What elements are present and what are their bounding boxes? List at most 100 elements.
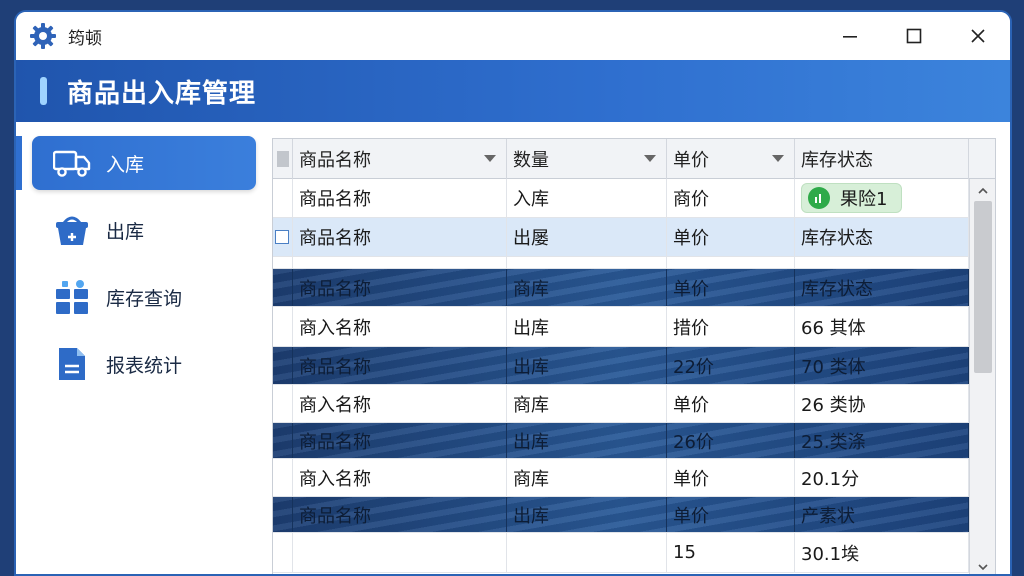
minimize-icon — [843, 36, 857, 38]
cell-quantity: 出库 — [507, 307, 667, 346]
table-row[interactable]: 商品名称 出库 单价 产素状 — [273, 497, 969, 533]
page-header: 商品出入库管理 — [16, 60, 1010, 122]
grid-header: 商品名称 数量 单价 库存状态 — [273, 139, 995, 179]
table-row[interactable]: 商品名称 商库 单价 库存状态 — [273, 269, 969, 307]
row-selector[interactable] — [273, 459, 293, 496]
cell-name: 商品名称 — [293, 497, 507, 532]
cell-price: 15 — [667, 533, 795, 572]
cell-price — [667, 257, 795, 268]
maximize-icon — [906, 28, 922, 44]
cell-name: 商品名称 — [293, 218, 507, 256]
cell-status: 库存状态 — [795, 269, 969, 306]
cell-status: 果险1 — [795, 179, 969, 217]
cell-name — [293, 257, 507, 268]
cell-name: 商品名称 — [293, 179, 507, 217]
truck-icon — [52, 143, 92, 183]
header-accent-bar — [40, 77, 47, 105]
close-icon — [971, 29, 985, 43]
close-button[interactable] — [946, 12, 1010, 60]
cell-price: 单价 — [667, 385, 795, 422]
cell-status — [795, 257, 969, 268]
status-chart-icon — [808, 187, 830, 209]
sidebar-item-label: 出库 — [106, 220, 145, 243]
row-selector[interactable] — [273, 307, 293, 346]
cell-price: 单价 — [667, 218, 795, 256]
row-selector[interactable] — [273, 497, 293, 532]
cell-price: 单价 — [667, 459, 795, 496]
row-checkbox[interactable] — [275, 230, 289, 244]
status-badge: 果险1 — [801, 183, 903, 213]
maximize-button[interactable] — [882, 12, 946, 60]
gear-icon — [30, 23, 56, 49]
row-selector[interactable] — [273, 257, 293, 268]
cell-status: 30.1埃 — [795, 533, 969, 572]
minimize-button[interactable] — [818, 12, 882, 60]
sidebar-item-label: 报表统计 — [106, 354, 183, 377]
column-header-price[interactable]: 单价 — [667, 139, 795, 179]
chevron-up-icon[interactable] — [977, 185, 989, 197]
sidebar-item-stock-out[interactable]: 出库 — [32, 203, 256, 257]
sidebar-item-label: 库存查询 — [106, 287, 183, 310]
cell-price: 22价 — [667, 347, 795, 384]
chevron-down-icon — [644, 155, 656, 162]
cell-name: 商品名称 — [293, 423, 507, 458]
row-selector[interactable] — [273, 218, 293, 256]
cell-status: 26 类协 — [795, 385, 969, 422]
row-selector[interactable] — [273, 269, 293, 306]
cell-quantity: 出库 — [507, 497, 667, 532]
chevron-down-icon — [484, 155, 496, 162]
column-header-status[interactable]: 库存状态 — [795, 139, 969, 179]
row-selector[interactable] — [273, 347, 293, 384]
select-all-header[interactable] — [273, 139, 293, 179]
sidebar-item-stock-in[interactable]: 入库 — [32, 136, 256, 190]
row-selector[interactable] — [273, 423, 293, 458]
cell-status: 库存状态 — [795, 218, 969, 256]
table-row[interactable]: 商入名称 商库 单价 20.1分 — [273, 459, 969, 497]
cell-status: 66 其体 — [795, 307, 969, 346]
basket-icon — [52, 210, 92, 250]
window-title: 筠顿 — [68, 28, 102, 49]
cell-quantity: 入库 — [507, 179, 667, 217]
cell-quantity — [507, 257, 667, 268]
cell-name: 商入名称 — [293, 385, 507, 422]
cell-status: 产素状 — [795, 497, 969, 532]
page-title: 商品出入库管理 — [67, 78, 257, 109]
sidebar-item-inventory-query[interactable]: 库存查询 — [32, 270, 256, 324]
chevron-down-icon[interactable] — [977, 561, 989, 573]
app-window: 筠顿 商品出入库管理 入库 出库 库存查询 报表统计 商品名称 数量 单价 库存… — [14, 10, 1012, 576]
sidebar-item-reports[interactable]: 报表统计 — [32, 337, 256, 391]
table-row[interactable]: 商品名称 出屡 单价 库存状态 — [273, 218, 969, 257]
scrollbar-thumb[interactable] — [974, 201, 992, 373]
cell-quantity: 商库 — [507, 385, 667, 422]
cell-name: 商入名称 — [293, 459, 507, 496]
chevron-down-icon — [772, 155, 784, 162]
inventory-icon — [52, 277, 92, 317]
sidebar: 入库 出库 库存查询 报表统计 — [16, 122, 268, 574]
table-row[interactable]: 商品名称 入库 商价 果险1 — [273, 179, 969, 218]
row-selector[interactable] — [273, 385, 293, 422]
cell-status: 20.1分 — [795, 459, 969, 496]
title-bar[interactable]: 筠顿 — [16, 12, 1010, 60]
table-row[interactable] — [273, 257, 969, 269]
row-selector[interactable] — [273, 533, 293, 572]
cell-price: 措价 — [667, 307, 795, 346]
cell-status: 25.类涤 — [795, 423, 969, 458]
vertical-scrollbar[interactable] — [969, 179, 995, 574]
cell-quantity — [507, 533, 667, 572]
cell-name: 商品名称 — [293, 347, 507, 384]
sidebar-active-indicator — [16, 136, 22, 190]
cell-price: 单价 — [667, 269, 795, 306]
column-header-quantity[interactable]: 数量 — [507, 139, 667, 179]
row-selector[interactable] — [273, 179, 293, 217]
cell-name: 商品名称 — [293, 269, 507, 306]
column-header-name[interactable]: 商品名称 — [293, 139, 507, 179]
table-row[interactable]: 商品名称 出库 22价 70 类体 — [273, 347, 969, 385]
table-row[interactable]: 商品名称 出库 26价 25.类涤 — [273, 423, 969, 459]
cell-price: 26价 — [667, 423, 795, 458]
table-row[interactable]: 15 30.1埃 — [273, 533, 969, 573]
table-row[interactable]: 商入名称 出库 措价 66 其体 — [273, 307, 969, 347]
cell-status: 70 类体 — [795, 347, 969, 384]
cell-quantity: 出屡 — [507, 218, 667, 256]
cell-price: 商价 — [667, 179, 795, 217]
table-row[interactable]: 商入名称 商库 单价 26 类协 — [273, 385, 969, 423]
